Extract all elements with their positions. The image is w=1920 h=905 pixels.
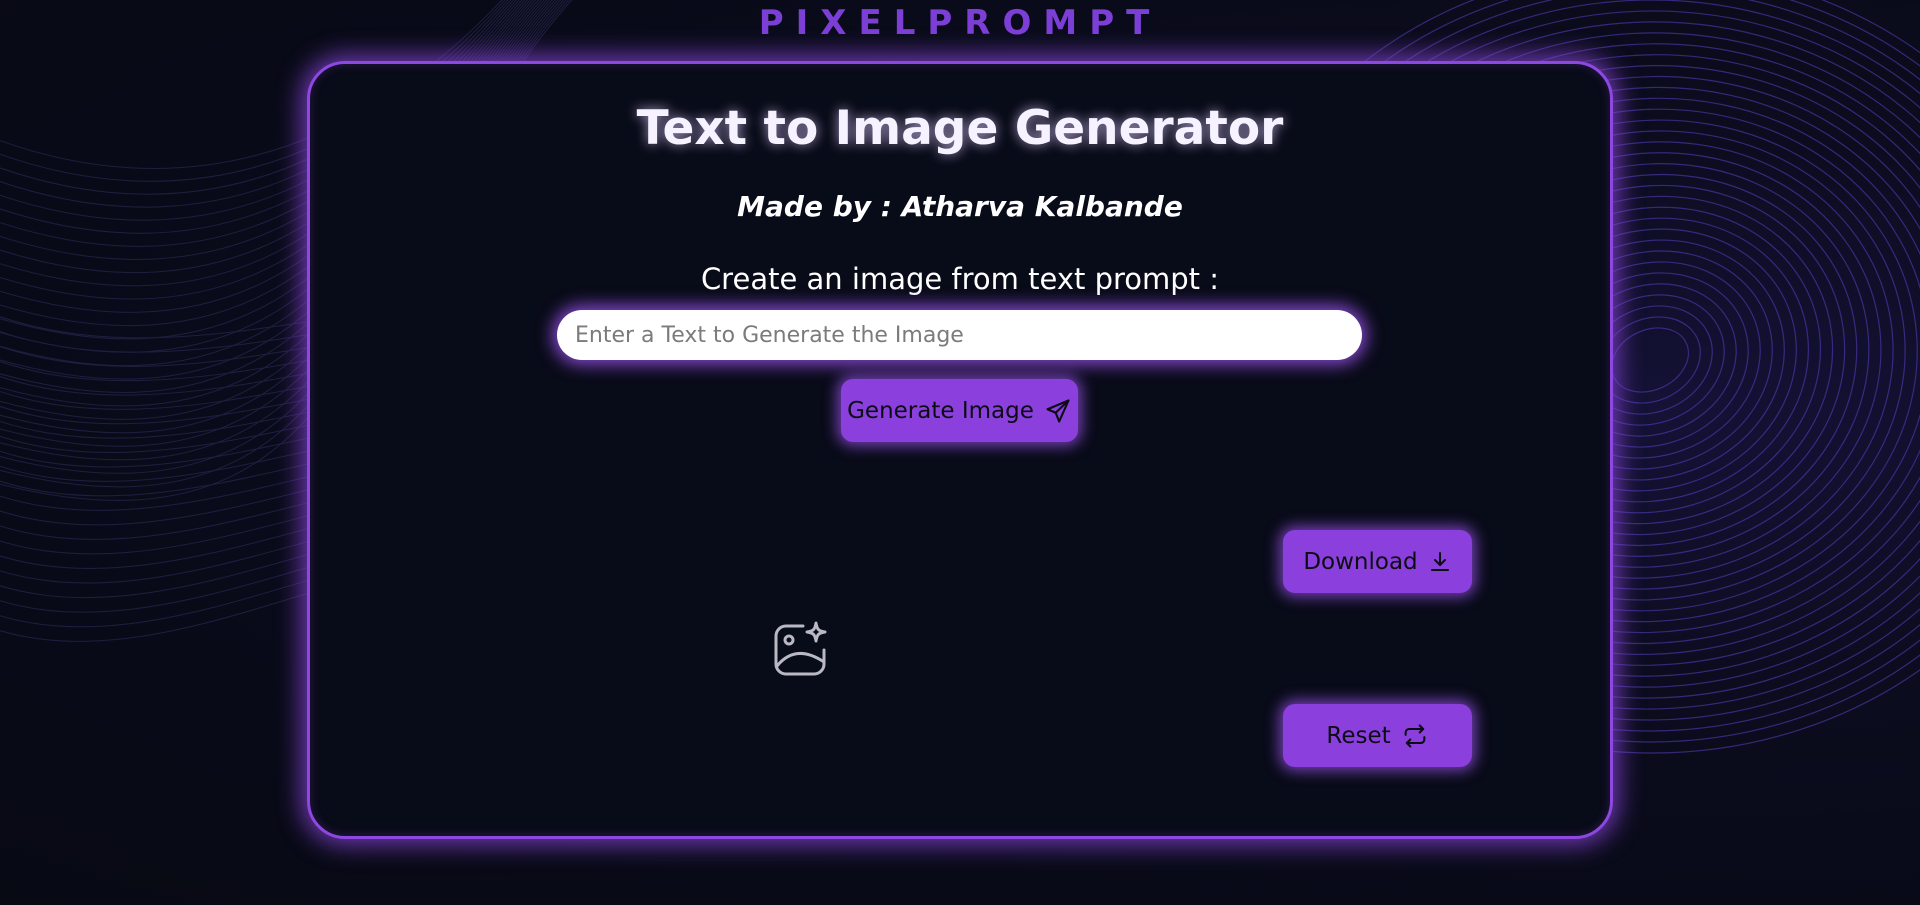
page-title: Text to Image Generator (636, 101, 1284, 156)
brand-logo: PIXELPROMPT (758, 3, 1162, 43)
generate-image-label: Generate Image (847, 397, 1034, 424)
prompt-input[interactable] (557, 310, 1362, 360)
prompt-label: Create an image from text prompt : (700, 262, 1220, 296)
reset-label: Reset (1326, 722, 1391, 749)
generate-image-button[interactable]: Generate Image (841, 379, 1078, 442)
author-credit: Made by : Atharva Kalbande (737, 190, 1183, 223)
reset-button[interactable]: Reset (1283, 704, 1472, 767)
send-icon (1044, 397, 1072, 425)
download-button[interactable]: Download (1283, 530, 1472, 593)
image-sparkle-icon (774, 621, 827, 676)
download-label: Download (1303, 548, 1418, 575)
download-icon (1428, 550, 1452, 574)
page: PIXELPROMPT Text to Image Generator Made… (0, 0, 1920, 905)
repeat-icon (1401, 722, 1429, 750)
